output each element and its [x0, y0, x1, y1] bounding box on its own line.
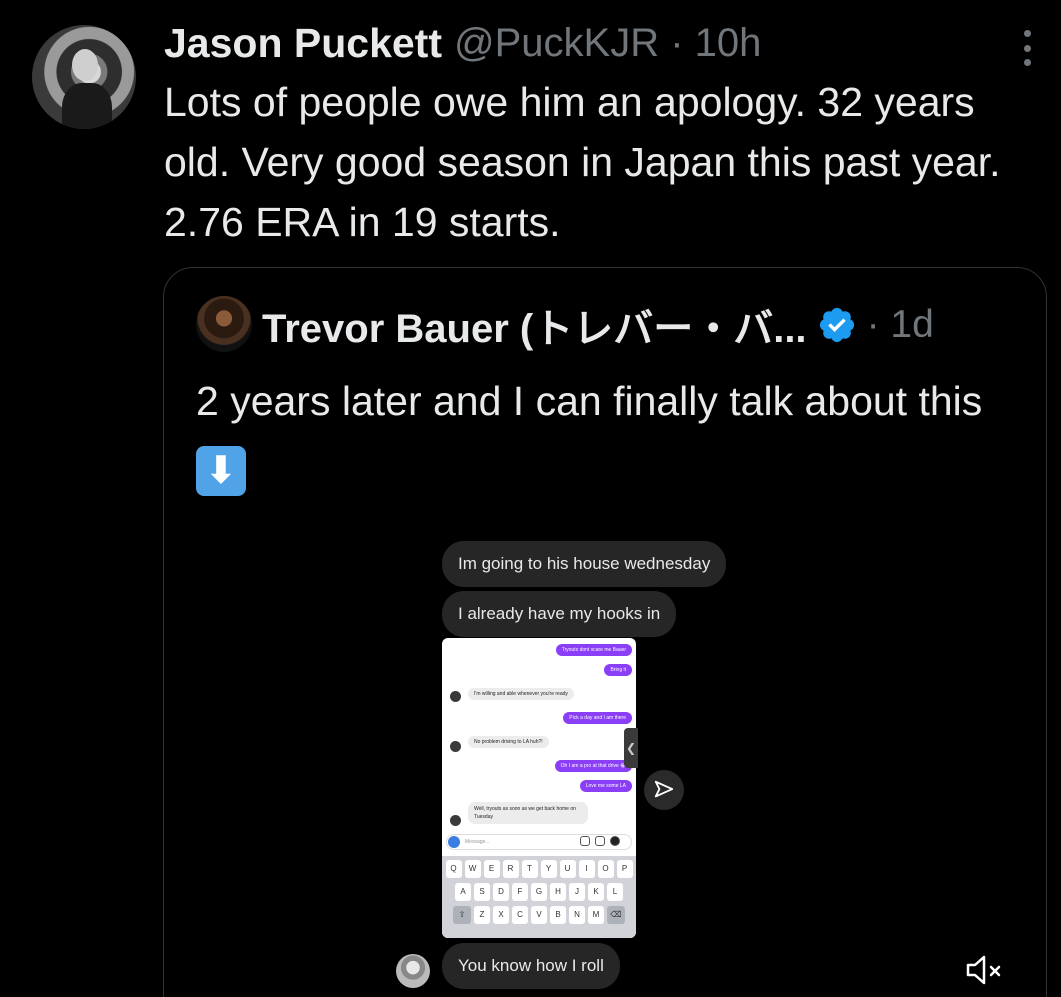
chat-bubble: I already have my hooks in	[442, 591, 677, 637]
quoted-text-body: 2 years later and I can finally talk abo…	[196, 378, 983, 424]
phone-avatar	[450, 815, 461, 826]
keyboard-key: N	[569, 906, 585, 924]
quoted-tweet[interactable]: Trevor Bauer (トレバー・バ... · 1d 2 years lat…	[163, 267, 1047, 997]
keyboard-key: I	[578, 860, 595, 878]
side-tab: ❮	[624, 728, 638, 768]
video-media[interactable]: Im going to his house wednesday I alread…	[164, 518, 1048, 997]
keyboard-key: T	[521, 860, 538, 878]
keyboard-key: D	[493, 883, 509, 901]
keyboard-key: Q	[445, 860, 462, 878]
image-icon	[595, 836, 605, 846]
keyboard-key: V	[531, 906, 547, 924]
phone-message: Oh I am a pro at that drive 😂	[554, 760, 632, 772]
keyboard-key: F	[512, 883, 528, 901]
keyboard-key: A	[455, 883, 471, 901]
phone-keyboard: QWERTYUIOP ASDFGHJKL ⇧ Z X C V B N M ⌫	[442, 856, 636, 938]
verified-badge-icon	[819, 307, 854, 343]
chat-sender-avatar	[396, 954, 430, 988]
tweet-header: Jason Puckett @PuckKJR · 10h	[164, 18, 761, 68]
muted-speaker-icon[interactable]	[964, 950, 1004, 990]
keyboard-key: Z	[474, 906, 490, 924]
keyboard-key: L	[607, 883, 623, 901]
backspace-key-icon: ⌫	[607, 906, 625, 924]
keyboard-key: P	[616, 860, 633, 878]
keyboard-key: Y	[540, 860, 557, 878]
keyboard-key: K	[588, 883, 604, 901]
quoted-time: · 1d	[866, 303, 934, 346]
keyboard-key: U	[559, 860, 576, 878]
phone-avatar	[450, 741, 461, 752]
avatar-body	[62, 83, 112, 129]
phone-message: Pick a day and I am there	[563, 712, 632, 724]
keyboard-key: X	[493, 906, 509, 924]
keyboard-key: W	[464, 860, 481, 878]
camera-icon	[448, 836, 460, 848]
author-handle-time[interactable]: @PuckKJR · 10h	[454, 21, 761, 66]
send-icon	[644, 770, 684, 810]
plus-icon	[610, 836, 620, 846]
phone-message: Tryouts dont scare me Bauer	[555, 644, 632, 656]
keyboard-key: O	[597, 860, 614, 878]
phone-message: Bring it	[604, 664, 632, 676]
mic-icon	[580, 836, 590, 846]
author-avatar[interactable]	[32, 25, 136, 129]
shift-key-icon: ⇧	[453, 906, 471, 924]
quoted-author-name[interactable]: Trevor Bauer (トレバー・バ...	[262, 296, 807, 354]
phone-avatar	[450, 691, 461, 702]
more-options-icon[interactable]	[1016, 30, 1038, 66]
keyboard-row-3: ⇧ Z X C V B N M ⌫	[442, 906, 636, 924]
keyboard-key: G	[531, 883, 547, 901]
keyboard-key: C	[512, 906, 528, 924]
phone-message: No problem driving to LA huh?!	[468, 736, 549, 748]
quoted-author-avatar[interactable]	[196, 296, 252, 352]
keyboard-key: S	[474, 883, 490, 901]
phone-screenshot: Tryouts dont scare me Bauer Bring it I'm…	[442, 638, 636, 938]
avatar-face	[72, 49, 98, 81]
keyboard-key: B	[550, 906, 566, 924]
phone-message: Love me some LA	[579, 780, 632, 792]
quoted-tweet-header: Trevor Bauer (トレバー・バ... · 1d	[262, 298, 934, 352]
quoted-text: 2 years later and I can finally talk abo…	[196, 370, 996, 496]
tweet-text: Lots of people owe him an apology. 32 ye…	[164, 79, 1001, 245]
keyboard-key: J	[569, 883, 585, 901]
keyboard-row-1: QWERTYUIOP	[442, 860, 636, 878]
phone-message: I'm willing and able whenever you're rea…	[468, 688, 574, 700]
keyboard-key: H	[550, 883, 566, 901]
phone-message: Well, tryouts as soon as we get back hom…	[468, 802, 588, 824]
keyboard-key: M	[588, 906, 604, 924]
chat-bubble: You know how I roll	[442, 943, 620, 989]
keyboard-row-2: ASDFGHJKL	[442, 883, 636, 901]
keyboard-key: E	[483, 860, 500, 878]
author-name[interactable]: Jason Puckett	[164, 20, 442, 67]
keyboard-key: R	[502, 860, 519, 878]
down-arrow-emoji-icon: ⬇	[196, 446, 246, 496]
chat-bubble: Im going to his house wednesday	[442, 541, 727, 587]
phone-input-icons	[580, 836, 620, 846]
